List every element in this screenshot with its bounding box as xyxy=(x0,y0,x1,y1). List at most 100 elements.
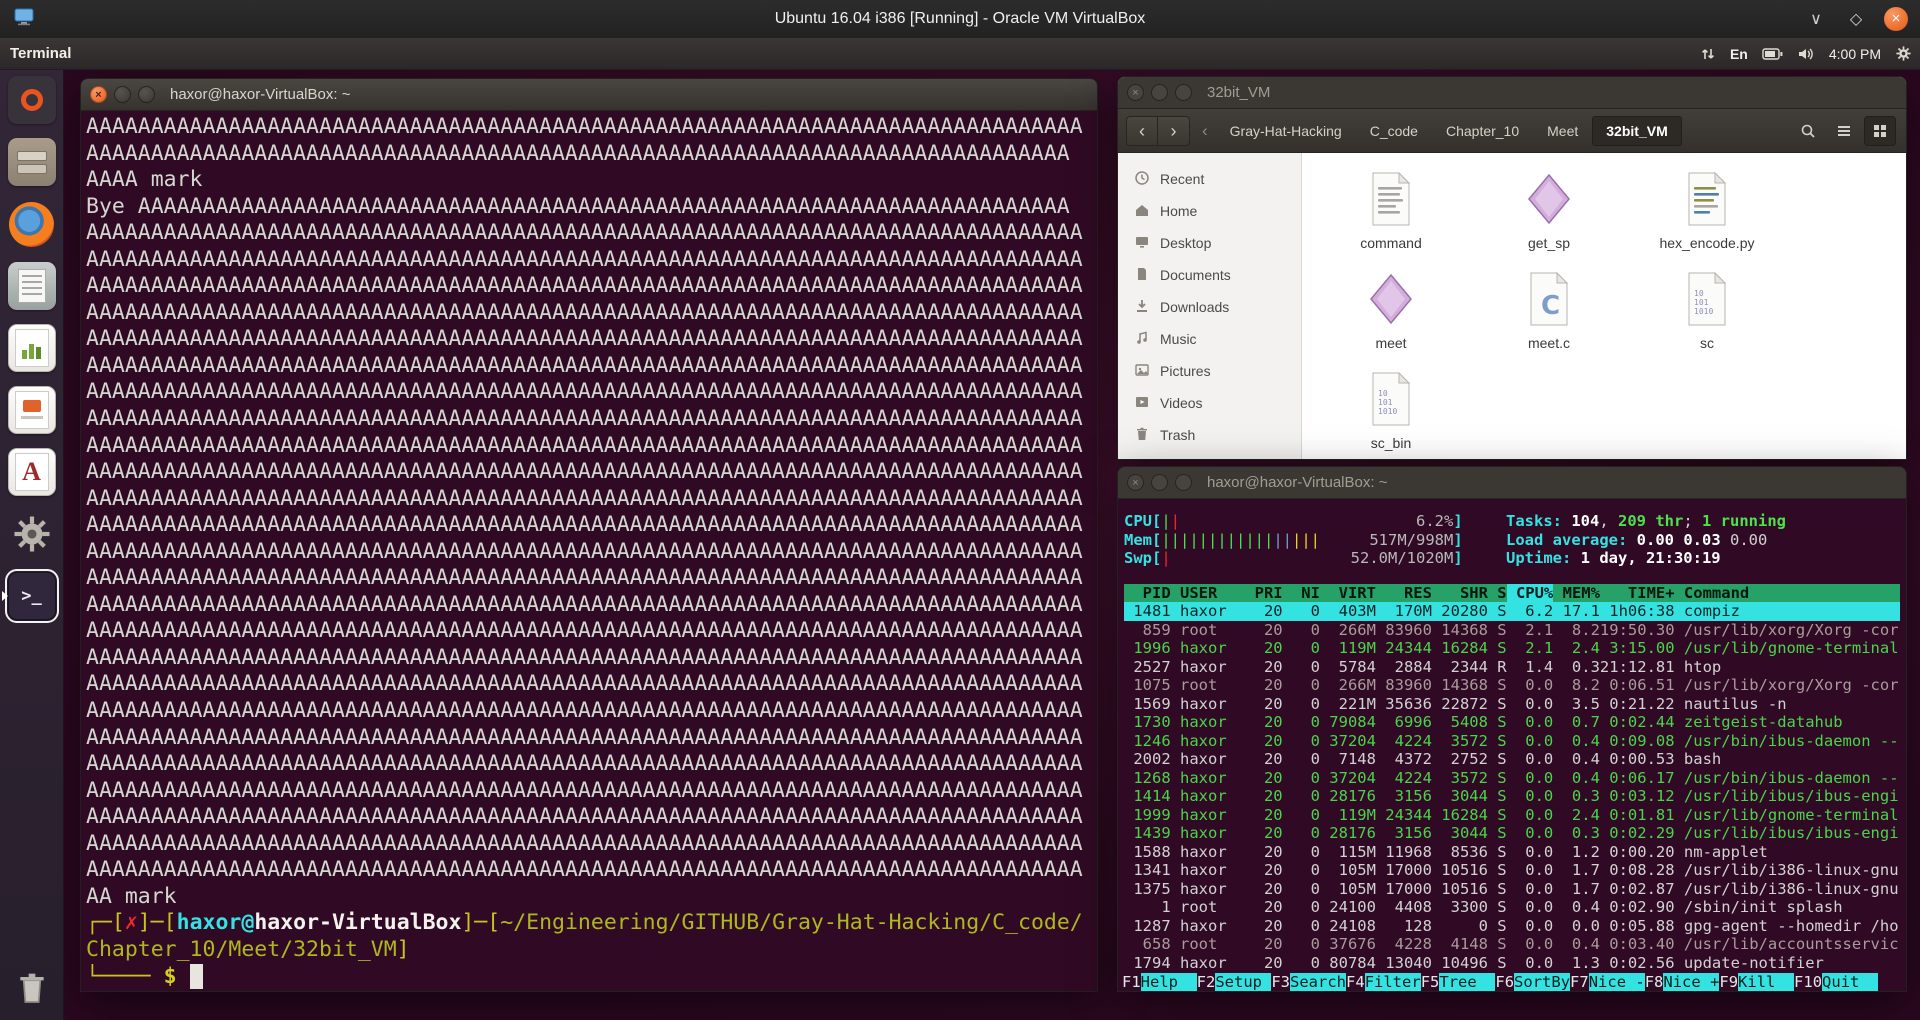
file-item-command[interactable]: command xyxy=(1316,171,1466,271)
process-row[interactable]: 1588 haxor 20 0 115M 11968 8536 S 0.0 1.… xyxy=(1124,843,1900,862)
process-row[interactable]: 2002 haxor 20 0 7148 4372 2752 S 0.0 0.4… xyxy=(1124,750,1900,769)
terminal-titlebar[interactable]: × haxor@haxor-VirtualBox: ~ xyxy=(81,79,1097,111)
fn-label-F5[interactable]: Tree xyxy=(1439,973,1495,992)
terminal-output[interactable]: AAAAAAAAAAAAAAAAAAAAAAAAAAAAAAAAAAAAAAAA… xyxy=(81,111,1097,991)
file-item-get_sp[interactable]: get_sp xyxy=(1474,171,1624,271)
sidebar-item-documents[interactable]: Documents xyxy=(1118,259,1301,291)
process-row[interactable]: 1794 haxor 20 0 80784 13040 10496 S 0.0 … xyxy=(1124,954,1900,973)
maximize-button[interactable] xyxy=(1175,84,1192,101)
process-row[interactable]: 1341 haxor 20 0 105M 17000 10516 S 0.0 1… xyxy=(1124,861,1900,880)
close-icon[interactable]: × xyxy=(1884,7,1908,31)
process-row[interactable]: 1999 haxor 20 0 119M 24344 16284 S 0.0 2… xyxy=(1124,806,1900,825)
file-item-sc[interactable]: 101011010sc xyxy=(1632,271,1782,371)
fn-key-F8[interactable]: F8 xyxy=(1645,973,1664,992)
process-row[interactable]: 1414 haxor 20 0 28176 3156 3044 S 0.0 0.… xyxy=(1124,787,1900,806)
breadcrumb-C_code[interactable]: C_code xyxy=(1356,116,1432,146)
fn-key-F5[interactable]: F5 xyxy=(1421,973,1440,992)
battery-icon[interactable] xyxy=(1762,48,1783,60)
fn-label-F7[interactable]: Nice - xyxy=(1589,973,1645,992)
process-row[interactable]: 1268 haxor 20 0 37204 4224 3572 S 0.0 0.… xyxy=(1124,769,1900,788)
fn-label-F2[interactable]: Setup xyxy=(1215,973,1271,992)
process-row[interactable]: 1439 haxor 20 0 28176 3156 3044 S 0.0 0.… xyxy=(1124,824,1900,843)
keyboard-layout-indicator[interactable]: En xyxy=(1730,46,1748,62)
launcher-item-terminal[interactable]: >_ xyxy=(3,571,61,621)
updown-arrows-icon[interactable] xyxy=(1700,46,1716,62)
session-gear-icon[interactable] xyxy=(1895,45,1912,62)
minimize-button[interactable] xyxy=(1151,84,1168,101)
fn-label-F10[interactable]: Quit xyxy=(1822,973,1878,992)
fn-label-F9[interactable]: Kill xyxy=(1738,973,1794,992)
search-button[interactable] xyxy=(1792,116,1824,146)
breadcrumb-32bit_VM[interactable]: 32bit_VM xyxy=(1592,116,1681,146)
sidebar-item-downloads[interactable]: Downloads xyxy=(1118,291,1301,323)
process-row[interactable]: 1246 haxor 20 0 37204 4224 3572 S 0.0 0.… xyxy=(1124,732,1900,751)
process-row[interactable]: 1569 haxor 20 0 221M 35636 22872 S 0.0 3… xyxy=(1124,695,1900,714)
process-row[interactable]: 1 root 20 0 24100 4408 3300 S 0.0 0.4 0:… xyxy=(1124,898,1900,917)
process-row[interactable]: 658 root 20 0 37676 4228 4148 S 0.0 0.4 … xyxy=(1124,935,1900,954)
launcher-item-firefox[interactable] xyxy=(3,199,61,249)
sidebar-item-videos[interactable]: Videos xyxy=(1118,387,1301,419)
fn-label-F4[interactable]: Filter xyxy=(1365,973,1421,992)
breadcrumb-Chapter_10[interactable]: Chapter_10 xyxy=(1432,116,1533,146)
sidebar-item-music[interactable]: Music xyxy=(1118,323,1301,355)
process-row[interactable]: 1481 haxor 20 0 403M 170M 20280 S 6.2 17… xyxy=(1124,602,1900,621)
file-item-meet[interactable]: meet xyxy=(1316,271,1466,371)
grid-view-button[interactable] xyxy=(1864,116,1896,146)
restore-icon[interactable]: ◇ xyxy=(1844,9,1868,29)
list-view-button[interactable] xyxy=(1828,116,1860,146)
fn-key-F1[interactable]: F1 xyxy=(1122,973,1141,992)
file-manager-titlebar[interactable]: × 32bit_VM xyxy=(1118,77,1906,109)
close-button[interactable]: × xyxy=(1127,474,1144,491)
minimize-icon[interactable]: ∨ xyxy=(1804,9,1828,29)
launcher-item-settings[interactable] xyxy=(3,509,61,559)
sidebar-item-desktop[interactable]: Desktop xyxy=(1118,227,1301,259)
launcher-item-files[interactable] xyxy=(3,137,61,187)
clock-label[interactable]: 4:00 PM xyxy=(1829,46,1881,62)
process-row[interactable]: 859 root 20 0 266M 83960 14368 S 2.1 8.2… xyxy=(1124,621,1900,640)
process-table-header[interactable]: PID USER PRI NI VIRT RES SHR S CPU% MEM%… xyxy=(1124,584,1900,603)
fn-key-F6[interactable]: F6 xyxy=(1495,973,1514,992)
process-row[interactable]: 1075 root 20 0 266M 83960 14368 S 0.0 8.… xyxy=(1124,676,1900,695)
back-button[interactable]: ‹ xyxy=(1126,116,1158,146)
launcher-item-impress[interactable] xyxy=(3,385,61,435)
app-menu-label[interactable]: Terminal xyxy=(10,45,71,62)
fn-label-F6[interactable]: SortBy xyxy=(1514,973,1570,992)
fn-key-F9[interactable]: F9 xyxy=(1719,973,1738,992)
launcher-item-gedit[interactable] xyxy=(3,261,61,311)
launcher-item-calc[interactable] xyxy=(3,323,61,373)
maximize-button[interactable] xyxy=(138,86,155,103)
volume-icon[interactable] xyxy=(1797,46,1815,62)
process-row[interactable]: 2527 haxor 20 0 5784 2884 2344 R 1.4 0.3… xyxy=(1124,658,1900,677)
process-row[interactable]: 1375 haxor 20 0 105M 17000 10516 S 0.0 1… xyxy=(1124,880,1900,899)
htop-titlebar[interactable]: × haxor@haxor-VirtualBox: ~ xyxy=(1118,467,1906,499)
fn-label-F1[interactable]: Help xyxy=(1141,973,1197,992)
sidebar-item-recent[interactable]: Recent xyxy=(1118,163,1301,195)
fn-key-F3[interactable]: F3 xyxy=(1271,973,1290,992)
launcher-item-dash[interactable] xyxy=(3,75,61,125)
fn-key-F7[interactable]: F7 xyxy=(1570,973,1589,992)
sidebar-item-pictures[interactable]: Pictures xyxy=(1118,355,1301,387)
close-button[interactable]: × xyxy=(1127,84,1144,101)
file-item-meet.c[interactable]: Cmeet.c xyxy=(1474,271,1624,371)
file-item-sc_bin[interactable]: 101011010sc_bin xyxy=(1316,371,1466,460)
breadcrumb-overflow-icon[interactable]: ‹ xyxy=(1202,121,1208,141)
forward-button[interactable]: › xyxy=(1158,116,1190,146)
sidebar-item-trash[interactable]: Trash xyxy=(1118,419,1301,451)
minimize-button[interactable] xyxy=(114,86,131,103)
fn-key-F2[interactable]: F2 xyxy=(1197,973,1216,992)
process-row[interactable]: 1730 haxor 20 0 79084 6996 5408 S 0.0 0.… xyxy=(1124,713,1900,732)
fn-key-F10[interactable]: F10 xyxy=(1794,973,1822,992)
process-row[interactable]: 1996 haxor 20 0 119M 24344 16284 S 2.1 2… xyxy=(1124,639,1900,658)
fn-label-F3[interactable]: Search xyxy=(1290,973,1346,992)
file-item-hex_encode.py[interactable]: hex_encode.py xyxy=(1632,171,1782,271)
launcher-item-writer[interactable]: A xyxy=(3,447,61,497)
breadcrumb-Gray-Hat-Hacking[interactable]: Gray-Hat-Hacking xyxy=(1216,116,1356,146)
sidebar-item-home[interactable]: Home xyxy=(1118,195,1301,227)
process-row[interactable]: 1287 haxor 20 0 24108 128 0 S 0.0 0.0 0:… xyxy=(1124,917,1900,936)
fn-label-F8[interactable]: Nice + xyxy=(1663,973,1719,992)
fn-key-F4[interactable]: F4 xyxy=(1346,973,1365,992)
launcher-item-trash[interactable] xyxy=(3,962,61,1012)
close-button[interactable]: × xyxy=(90,86,107,103)
minimize-button[interactable] xyxy=(1151,474,1168,491)
maximize-button[interactable] xyxy=(1175,474,1192,491)
